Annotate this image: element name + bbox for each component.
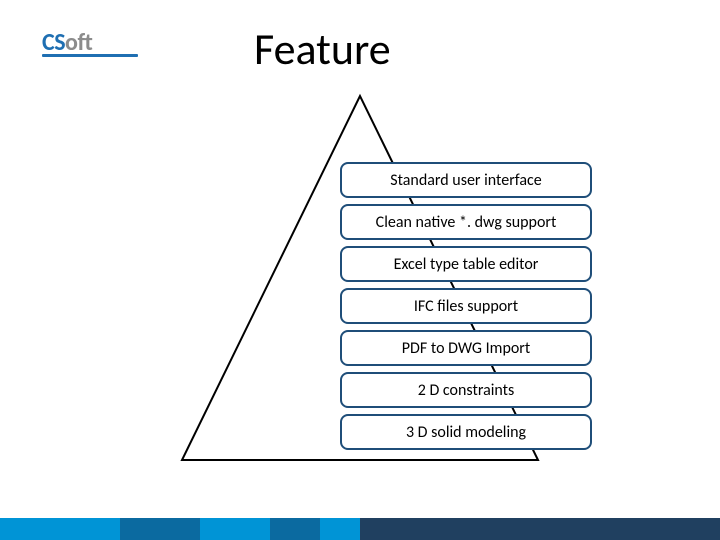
footer-stripe — [0, 518, 720, 540]
footer-seg — [0, 518, 120, 540]
feature-label: IFC files support — [414, 297, 518, 316]
footer-seg — [270, 518, 320, 540]
logo-underline — [42, 54, 138, 57]
feature-pill: 2 D constraints — [340, 372, 592, 408]
feature-pill: Excel type table editor — [340, 246, 592, 282]
feature-label: 3 D solid modeling — [406, 423, 526, 442]
feature-pill: Clean native *. dwg support — [340, 204, 592, 240]
feature-pill: IFC files support — [340, 288, 592, 324]
feature-label: Clean native *. dwg support — [376, 213, 557, 232]
feature-label: Standard user interface — [390, 171, 541, 190]
logo-part-cs: CS — [42, 28, 65, 57]
feature-label: PDF to DWG Import — [402, 339, 530, 358]
feature-label: Excel type table editor — [394, 255, 539, 274]
feature-label: 2 D constraints — [418, 381, 515, 400]
logo-part-oft: oft — [65, 28, 92, 57]
feature-pill: 3 D solid modeling — [340, 414, 592, 450]
footer-seg — [200, 518, 270, 540]
footer-seg — [120, 518, 200, 540]
feature-pill: PDF to DWG Import — [340, 330, 592, 366]
page-title: Feature — [254, 22, 391, 76]
feature-pill: Standard user interface — [340, 162, 592, 198]
footer-seg — [360, 518, 720, 540]
footer-seg — [320, 518, 360, 540]
brand-logo: CSoft — [42, 28, 92, 57]
feature-pill-stack: Standard user interface Clean native *. … — [340, 162, 592, 450]
